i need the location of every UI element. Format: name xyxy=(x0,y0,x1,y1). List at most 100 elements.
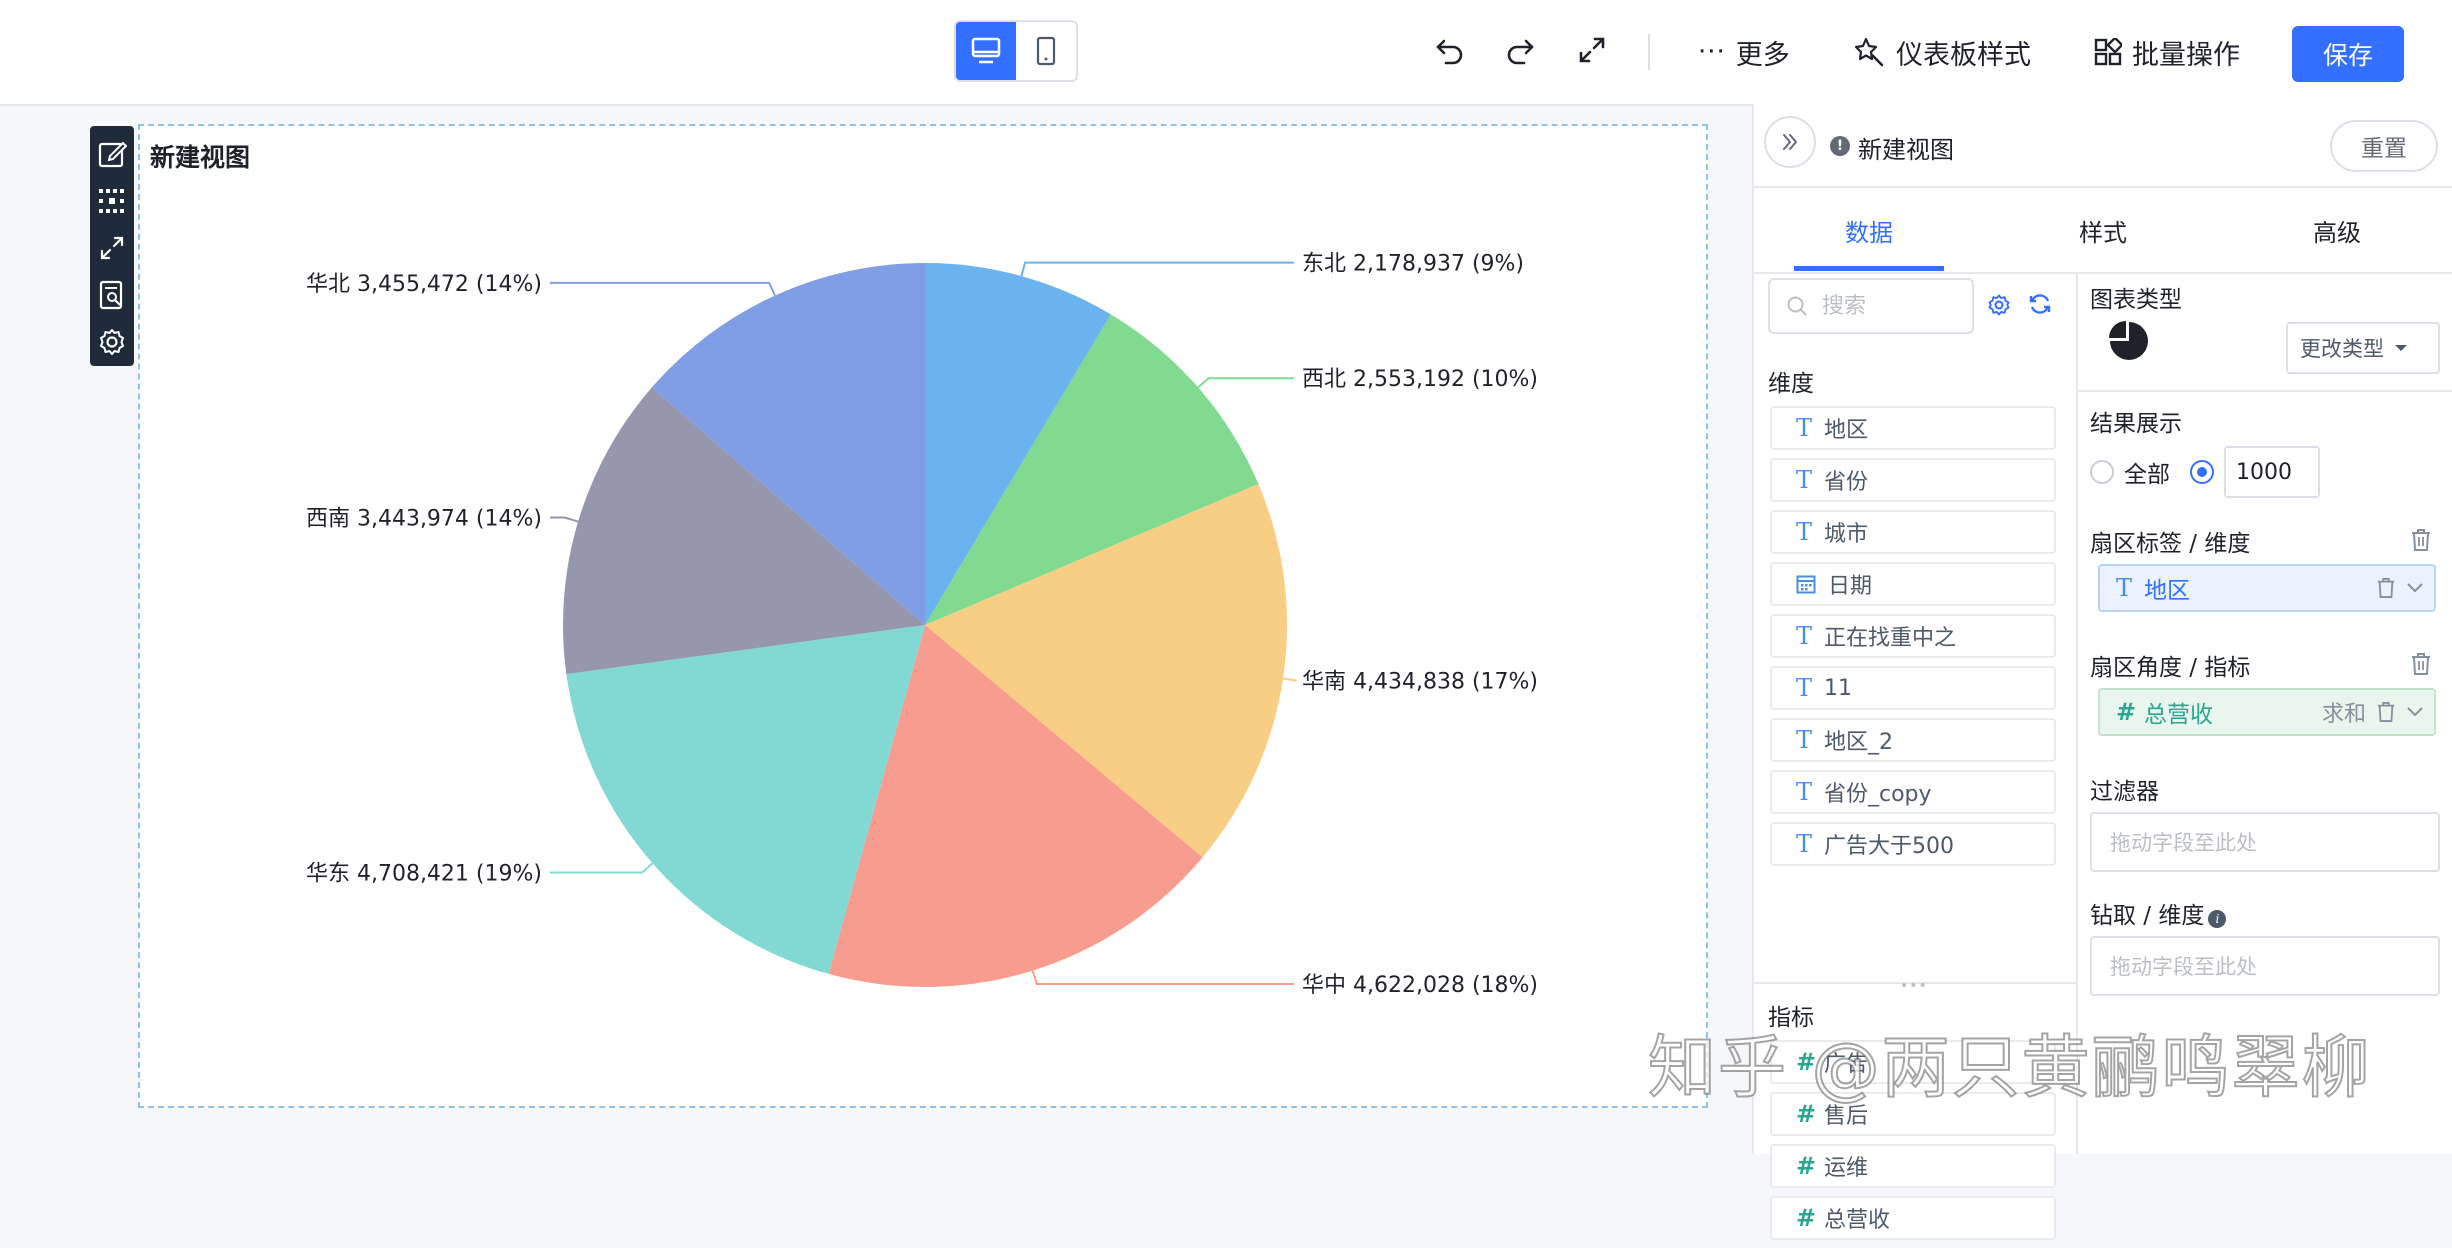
drill-dropzone[interactable]: 拖动字段至此处 xyxy=(2090,936,2440,996)
top-toolbar: ··· 更多 仪表板样式 批量操作 保存 xyxy=(0,0,2452,106)
watermark: 知乎 @两只黄鹂鸣翠柳 xyxy=(1647,1028,2372,1109)
chart-type-label: 图表类型 xyxy=(2090,287,2182,313)
view-card[interactable]: 新建视图 东北 2,178,937 (9%) 西北 2,553,192 (10%)… xyxy=(138,124,1708,1108)
mobile-view-button[interactable] xyxy=(1016,22,1076,80)
pie-data-label: 西北 2,553,192 (10%) xyxy=(1302,367,1538,392)
pie-label-line xyxy=(550,862,654,874)
ellipsis-icon: ··· xyxy=(1698,37,1726,67)
text-type-icon: T xyxy=(1796,778,1813,806)
pie-label-line xyxy=(550,281,776,296)
drag-handle-button[interactable] xyxy=(90,177,134,224)
dimension-field[interactable]: T 城市 xyxy=(1770,510,2056,554)
filter-dropzone[interactable]: 拖动字段至此处 xyxy=(2090,812,2440,872)
sector-angle-title: 扇区角度 / 指标 xyxy=(2090,655,2251,681)
tab-advanced[interactable]: 高级 xyxy=(2262,188,2412,272)
enlarge-view-button[interactable] xyxy=(90,224,134,271)
panel-header: ! 新建视图 重置 xyxy=(1754,104,2452,188)
device-toggle xyxy=(954,20,1078,82)
aggregation-label: 求和 xyxy=(2321,702,2366,727)
trash-icon[interactable] xyxy=(2376,701,2396,723)
pie-chart: 东北 2,178,937 (9%) 西北 2,553,192 (10%) 华南 4,… xyxy=(306,252,1538,998)
toolbar-divider xyxy=(1648,34,1650,70)
view-settings-button[interactable] xyxy=(90,319,134,366)
batch-operation-button[interactable]: 批量操作 xyxy=(2094,30,2240,74)
chevron-down-icon[interactable] xyxy=(2406,582,2424,594)
config-panel: ! 新建视图 重置 数据 样式 高级 维度 T地区 T省份 T城市 日期 T正在… xyxy=(1752,104,2452,1240)
tab-data[interactable]: 数据 xyxy=(1794,188,1944,272)
refresh-icon[interactable] xyxy=(2028,292,2052,316)
dimension-field[interactable]: T 11 xyxy=(1770,666,2056,710)
redo-icon xyxy=(1507,39,1534,65)
drill-label: 钻取 / 维度 i xyxy=(2090,896,2227,930)
undo-icon xyxy=(1436,39,1463,65)
trash-icon[interactable] xyxy=(2376,577,2396,599)
reset-button[interactable]: 重置 xyxy=(2330,120,2438,172)
radio-all-label: 全部 xyxy=(2124,462,2170,488)
search-icon xyxy=(1787,296,1807,316)
dimension-list: T 地区 T 省份 T 城市 日期 T 正在找重中之 T 11 T 地区_2 T 省份_cop… xyxy=(1770,406,2056,874)
text-type-icon: T xyxy=(1796,466,1813,494)
collapse-panel-button[interactable] xyxy=(1764,116,1816,168)
tab-style[interactable]: 样式 xyxy=(2028,188,2178,272)
view-details-button[interactable] xyxy=(90,272,134,319)
panel-title: 新建视图 xyxy=(1858,136,1954,164)
metric-field[interactable]: # 总营收 xyxy=(1770,1196,2056,1240)
text-type-icon: T xyxy=(1796,674,1813,702)
pie-label-line xyxy=(550,516,579,523)
pie-label-line xyxy=(1197,377,1294,389)
change-type-label: 更改类型 xyxy=(2300,337,2384,361)
document-search-icon xyxy=(99,281,123,310)
text-type-icon: T xyxy=(1796,414,1813,442)
pie-data-label: 华中 4,622,028 (18%) xyxy=(1302,973,1538,998)
result-display-label: 结果展示 xyxy=(2090,411,2182,437)
dimension-field[interactable]: T 省份 xyxy=(1770,458,2056,502)
grid-icon xyxy=(2094,38,2122,66)
edit-icon xyxy=(98,141,127,167)
sector-angle-field[interactable]: # 总营收 求和 xyxy=(2098,688,2436,736)
expand-icon xyxy=(1579,37,1605,63)
save-button[interactable]: 保存 xyxy=(2292,26,2404,82)
calendar-icon xyxy=(1796,575,1816,594)
pie-data-label: 华东 4,708,421 (19%) xyxy=(306,862,542,887)
phone-icon xyxy=(1036,36,1056,66)
pie-label-line xyxy=(1020,261,1294,277)
pie-chart-icon xyxy=(2109,321,2148,360)
desktop-view-button[interactable] xyxy=(956,22,1016,80)
radio-limit[interactable] xyxy=(2190,460,2214,484)
fullscreen-button[interactable] xyxy=(1572,30,1612,70)
clear-sector-label-icon[interactable] xyxy=(2410,528,2432,552)
batch-operation-label: 批量操作 xyxy=(2132,39,2240,71)
info-icon[interactable]: i xyxy=(2208,910,2227,928)
dimensions-label: 维度 xyxy=(1768,371,1814,397)
sector-label-field[interactable]: T 地区 xyxy=(2098,564,2436,612)
change-type-select[interactable]: 更改类型 xyxy=(2286,322,2440,374)
gear-icon xyxy=(100,329,124,356)
metric-field[interactable]: # 运维 xyxy=(1770,1144,2056,1188)
edit-view-button[interactable] xyxy=(90,130,134,177)
chevron-down-icon[interactable] xyxy=(2406,706,2424,718)
redo-button[interactable] xyxy=(1500,30,1540,70)
panel-tabs: 数据 样式 高级 xyxy=(1754,188,2452,274)
dashboard-style-label: 仪表板样式 xyxy=(1896,39,2031,71)
dimension-field[interactable]: T 地区_2 xyxy=(1770,718,2056,762)
undo-button[interactable] xyxy=(1430,30,1470,70)
dimension-field[interactable]: T 省份_copy xyxy=(1770,770,2056,814)
search-input[interactable] xyxy=(1820,292,1964,320)
radio-all[interactable] xyxy=(2090,460,2114,484)
drag-grid-icon xyxy=(99,188,124,213)
alert-icon: ! xyxy=(1830,136,1850,156)
pie-data-label: 华南 4,434,838 (17%) xyxy=(1302,670,1538,695)
dimension-field[interactable]: T 正在找重中之 xyxy=(1770,614,2056,658)
more-menu-button[interactable]: ··· 更多 xyxy=(1698,30,1790,74)
field-settings-icon[interactable] xyxy=(1986,292,2012,318)
text-type-icon: T xyxy=(1796,518,1813,546)
view-tools xyxy=(90,126,134,366)
dimension-field[interactable]: T 广告大于500 xyxy=(1770,822,2056,866)
sector-label-title: 扇区标签 / 维度 xyxy=(2090,531,2251,557)
result-limit-input[interactable] xyxy=(2224,446,2320,498)
dimension-field[interactable]: 日期 xyxy=(1770,562,2056,606)
number-type-icon: # xyxy=(1796,1152,1817,1180)
dashboard-style-button[interactable]: 仪表板样式 xyxy=(1854,30,2031,74)
dimension-field[interactable]: T 地区 xyxy=(1770,406,2056,450)
clear-sector-angle-icon[interactable] xyxy=(2410,652,2432,676)
